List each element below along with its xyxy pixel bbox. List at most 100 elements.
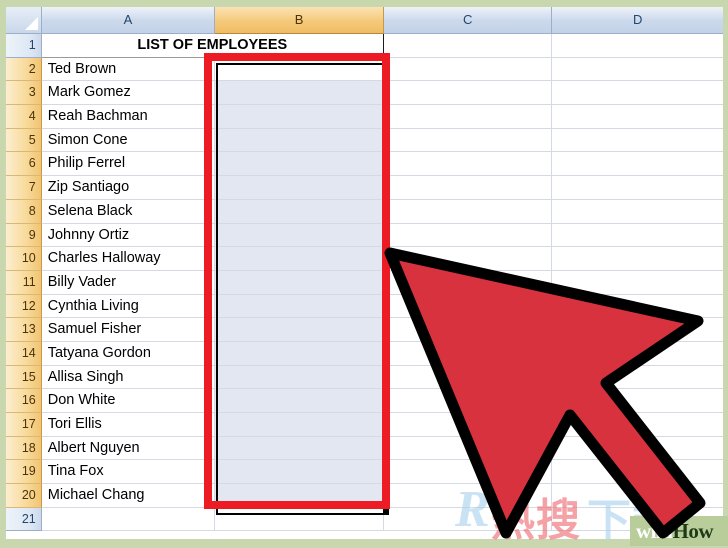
cell-d11[interactable] [552, 271, 723, 295]
cell-b10[interactable] [215, 247, 384, 271]
cell-a9[interactable]: Johnny Ortiz [41, 223, 216, 248]
cell-c9[interactable] [383, 223, 553, 248]
row-header-10[interactable]: 10 [6, 247, 42, 271]
cell-b21[interactable] [215, 507, 384, 532]
row-header-6[interactable]: 6 [6, 152, 42, 177]
cell-d19[interactable] [552, 460, 723, 485]
cell-a2[interactable]: Ted Brown [41, 57, 216, 82]
cell-c2[interactable] [383, 57, 553, 82]
cell-a4[interactable]: Reah Bachman [41, 105, 216, 129]
cell-c6[interactable] [383, 152, 553, 177]
cell-d2[interactable] [552, 58, 723, 82]
cell-c13[interactable] [383, 318, 553, 342]
cell-a21[interactable] [41, 507, 216, 532]
cell-d6[interactable] [552, 152, 723, 177]
cell-d5[interactable] [552, 129, 723, 153]
row-header-19[interactable]: 19 [6, 460, 42, 485]
select-all-corner-button[interactable] [6, 7, 42, 34]
cell-a15[interactable]: Allisa Singh [41, 365, 216, 390]
row-header-8[interactable]: 8 [6, 199, 42, 224]
row-header-20[interactable]: 20 [6, 484, 42, 508]
cell-c19[interactable] [383, 460, 553, 485]
cell-c14[interactable] [383, 341, 553, 366]
cell-a19[interactable]: Tina Fox [41, 460, 216, 485]
cell-c12[interactable] [383, 294, 553, 319]
cell-a7[interactable]: Zip Santiago [41, 176, 216, 200]
cell-a8[interactable]: Selena Black [41, 199, 216, 224]
cell-d9[interactable] [552, 224, 723, 248]
row-header-1[interactable]: 1 [6, 34, 42, 58]
cell-b4[interactable] [215, 105, 384, 129]
cell-c20[interactable] [383, 484, 553, 508]
row-header-12[interactable]: 12 [6, 294, 42, 319]
cell-c10[interactable] [383, 247, 553, 271]
cell-d15[interactable] [552, 366, 723, 390]
row-header-2[interactable]: 2 [6, 57, 42, 82]
cell-b19[interactable] [215, 460, 384, 485]
cell-a16[interactable]: Don White [41, 389, 216, 413]
row-header-3[interactable]: 3 [6, 81, 42, 106]
cell-b16[interactable] [215, 389, 384, 413]
cell-d13[interactable] [552, 318, 723, 342]
cell-b6[interactable] [215, 152, 384, 177]
cell-c17[interactable] [383, 413, 553, 437]
row-header-18[interactable]: 18 [6, 436, 42, 461]
cell-d16[interactable] [552, 389, 723, 413]
cell-d4[interactable] [552, 105, 723, 129]
row-header-14[interactable]: 14 [6, 341, 42, 366]
cell-c18[interactable] [383, 436, 553, 461]
cell-c15[interactable] [383, 365, 553, 390]
cell-d17[interactable] [552, 413, 723, 437]
row-header-11[interactable]: 11 [6, 270, 42, 295]
cell-b8[interactable] [215, 199, 384, 224]
title-cell-list-of-employees[interactable]: LIST OF EMPLOYEES [41, 34, 384, 58]
cell-b2-active[interactable] [215, 57, 384, 82]
cell-a11[interactable]: Billy Vader [41, 270, 216, 295]
cell-c3[interactable] [383, 81, 553, 106]
column-header-c[interactable]: C [383, 7, 553, 34]
cell-a6[interactable]: Philip Ferrel [41, 152, 216, 177]
cell-b13[interactable] [215, 318, 384, 342]
cell-d18[interactable] [552, 437, 723, 461]
cell-b9[interactable] [215, 223, 384, 248]
row-header-4[interactable]: 4 [6, 105, 42, 129]
row-header-15[interactable]: 15 [6, 365, 42, 390]
column-header-a[interactable]: A [41, 7, 216, 34]
cell-b3[interactable] [215, 81, 384, 106]
cell-c8[interactable] [383, 199, 553, 224]
row-header-16[interactable]: 16 [6, 389, 42, 413]
row-header-13[interactable]: 13 [6, 318, 42, 342]
cell-b7[interactable] [215, 176, 384, 200]
cell-b11[interactable] [215, 270, 384, 295]
column-header-b[interactable]: B [215, 7, 384, 34]
cell-a5[interactable]: Simon Cone [41, 128, 216, 153]
cell-a3[interactable]: Mark Gomez [41, 81, 216, 106]
cell-d20[interactable] [552, 484, 723, 508]
cell-b17[interactable] [215, 413, 384, 437]
cell-d14[interactable] [552, 342, 723, 366]
cell-a13[interactable]: Samuel Fisher [41, 318, 216, 342]
cell-d7[interactable] [552, 176, 723, 200]
cell-b15[interactable] [215, 365, 384, 390]
row-header-5[interactable]: 5 [6, 128, 42, 153]
cell-a17[interactable]: Tori Ellis [41, 413, 216, 437]
cell-c4[interactable] [383, 105, 553, 129]
row-header-21[interactable]: 21 [6, 507, 42, 532]
cell-c5[interactable] [383, 128, 553, 153]
cell-a18[interactable]: Albert Nguyen [41, 436, 216, 461]
cell-d10[interactable] [552, 247, 723, 271]
cell-c7[interactable] [383, 176, 553, 200]
cell-c1[interactable] [383, 34, 553, 58]
cell-d12[interactable] [552, 295, 723, 319]
column-header-d[interactable]: D [552, 7, 723, 34]
cell-b5[interactable] [215, 128, 384, 153]
cell-b12[interactable] [215, 294, 384, 319]
cell-c16[interactable] [383, 389, 553, 413]
row-header-9[interactable]: 9 [6, 223, 42, 248]
cell-d21[interactable] [552, 508, 723, 532]
cell-d8[interactable] [552, 200, 723, 224]
row-header-17[interactable]: 17 [6, 413, 42, 437]
cell-a12[interactable]: Cynthia Living [41, 294, 216, 319]
cell-d1[interactable] [552, 34, 723, 58]
cell-c11[interactable] [383, 270, 553, 295]
